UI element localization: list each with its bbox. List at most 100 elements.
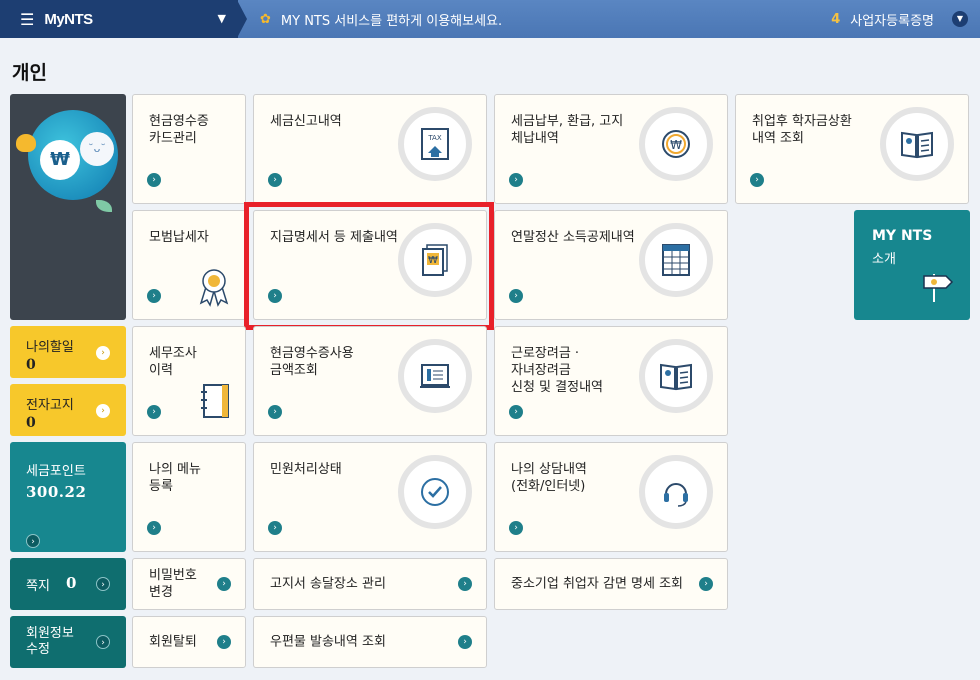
card-year-end-settlement[interactable]: 연말정산 소득공제내역 › (494, 210, 728, 320)
open-book-icon (639, 339, 713, 413)
check-circle-icon (398, 455, 472, 529)
arrow-right-icon[interactable]: › (96, 635, 110, 649)
card-title-line: 나의 상담내역 (511, 462, 587, 477)
signpost-icon (920, 268, 956, 308)
arrow-right-icon[interactable]: › (509, 405, 523, 419)
card-model-taxpayer[interactable]: 모범납세자 › (132, 210, 246, 320)
card-title-line: 비밀번호 (149, 568, 197, 583)
todo-label: 나의할일 (26, 340, 74, 355)
card-title: 연말정산 소득공제내역 (511, 229, 635, 246)
member-info-line1: 회원정보 (26, 626, 74, 641)
card-title: 세금신고내역 (270, 113, 342, 130)
arrow-right-icon[interactable]: › (509, 173, 523, 187)
arrow-right-icon[interactable]: › (268, 521, 282, 535)
won-coin-icon: ₩ (639, 107, 713, 181)
card-student-loan[interactable]: 취업후 학자금상환 내역 조회 › (735, 94, 969, 204)
card-earned-income-credit[interactable]: 근로장려금 · 자녀장려금신청 및 결정내역 › (494, 326, 728, 436)
card-my-menu[interactable]: 나의 메뉴등록 › (132, 442, 246, 552)
card-tax-report-history[interactable]: 세금신고내역 TAX › (253, 94, 487, 204)
card-tax-payment-refund[interactable]: 세금납부, 환급, 고지 체납내역 ₩ › (494, 94, 728, 204)
caret-down-icon[interactable]: ▼ (218, 12, 226, 25)
card-title: 세무조사 이력 (149, 345, 197, 379)
card-title-line: 자녀장려금 (511, 363, 571, 378)
arrow-right-icon[interactable]: › (96, 404, 110, 418)
card-title-line: 신청 및 결정내역 (511, 380, 603, 395)
arrow-right-icon[interactable]: › (26, 534, 40, 548)
notice-right-label[interactable]: 사업자등록증명 (850, 10, 934, 29)
member-info-panel[interactable]: 회원정보 수정 › (10, 616, 126, 668)
card-mail-history[interactable]: 우편물 발송내역 조회 › (253, 616, 487, 668)
card-civil-status[interactable]: 민원처리상태 › (253, 442, 487, 552)
arrow-right-icon[interactable]: › (96, 577, 110, 591)
member-info-line2: 수정 (26, 642, 50, 657)
card-title: 현금영수증 카드관리 (149, 113, 209, 147)
card-tax-audit-history[interactable]: 세무조사 이력 › (132, 326, 246, 436)
logo[interactable]: MyNTS (44, 11, 93, 28)
card-title-line: 나의 메뉴 (149, 462, 201, 477)
card-title-line: (전화/인터넷) (511, 479, 586, 494)
arrow-right-icon[interactable]: › (147, 173, 161, 187)
card-consultation-history[interactable]: 나의 상담내역 (전화/인터넷) › (494, 442, 728, 552)
member-info-label: 회원정보 수정 (26, 626, 74, 658)
svg-text:TAX: TAX (427, 134, 442, 142)
arrow-right-icon[interactable]: › (509, 521, 523, 535)
note-label: 쪽지 (26, 579, 50, 594)
card-bill-delivery-address[interactable]: 고지서 송달장소 관리 › (253, 558, 487, 610)
headset-icon (639, 455, 713, 529)
intro-sub: 소개 (872, 252, 896, 267)
card-title-line: 카드관리 (149, 131, 197, 146)
arrow-right-icon[interactable]: › (217, 635, 231, 649)
ebill-label: 전자고지 (26, 398, 74, 413)
card-withdraw-membership[interactable]: 회원탈퇴 › (132, 616, 246, 668)
card-title: 비밀번호 변경 (149, 567, 197, 601)
card-title: 회원탈퇴 (149, 634, 197, 650)
arrow-right-icon[interactable]: › (147, 289, 161, 303)
my-nts-intro[interactable]: MY NTS 소개 (854, 210, 970, 320)
notebook-icon (199, 383, 231, 423)
card-title: 모범납세자 (149, 229, 209, 246)
todo-panel[interactable]: 나의할일 0 › (10, 326, 126, 378)
arrow-right-icon[interactable]: › (509, 289, 523, 303)
arrow-right-icon[interactable]: › (458, 577, 472, 591)
arrow-right-icon[interactable]: › (268, 173, 282, 187)
chevron-down-icon[interactable]: ▼ (952, 11, 968, 27)
spreadsheet-icon (639, 223, 713, 297)
card-cash-receipt-amount[interactable]: 현금영수증사용 금액조회 › (253, 326, 487, 436)
hamburger-icon[interactable]: ☰ (20, 10, 34, 29)
card-title: 우편물 발송내역 조회 (270, 634, 386, 650)
card-cash-receipt-card[interactable]: 현금영수증 카드관리 › (132, 94, 246, 204)
card-title-line: 세금신고내역 (270, 114, 342, 129)
notice-link[interactable]: 4 사업자등록증명 (831, 0, 934, 38)
notice-bar: ✿ MY NTS 서비스를 편하게 이용해보세요. 4 사업자등록증명 ▼ (237, 0, 980, 38)
card-title-line: 등록 (149, 479, 173, 494)
card-sme-employee-exemption[interactable]: 중소기업 취업자 감면 명세 조회 › (494, 558, 728, 610)
ebill-value: 0 (26, 415, 36, 431)
card-title: 근로장려금 · 자녀장려금신청 및 결정내역 (511, 345, 603, 396)
card-title: 세금납부, 환급, 고지 체납내역 (511, 113, 623, 147)
card-change-password[interactable]: 비밀번호 변경 › (132, 558, 246, 610)
arrow-right-icon[interactable]: › (147, 405, 161, 419)
brand-menu[interactable]: ☰ MyNTS ▼ (0, 0, 238, 38)
card-title: 취업후 학자금상환 내역 조회 (752, 113, 852, 147)
card-title-line: 근로장려금 · (511, 346, 580, 361)
highlight-box (244, 202, 494, 330)
card-title: 나의 메뉴등록 (149, 461, 201, 495)
note-value: 0 (66, 574, 77, 592)
tax-point-panel[interactable]: 세금포인트 300.22 › (10, 442, 126, 552)
ebill-panel[interactable]: 전자고지 0 › (10, 384, 126, 436)
note-panel[interactable]: 쪽지 0 › (10, 558, 126, 610)
arrow-right-icon[interactable]: › (750, 173, 764, 187)
arrow-right-icon[interactable]: › (268, 405, 282, 419)
arrow-right-icon[interactable]: › (147, 521, 161, 535)
card-title: 고지서 송달장소 관리 (270, 576, 386, 592)
arrow-right-icon[interactable]: › (96, 346, 110, 360)
card-title-line: 취업후 학자금상환 (752, 114, 852, 129)
arrow-right-icon[interactable]: › (699, 577, 713, 591)
leaf-icon (96, 200, 112, 212)
tax-point-value: 300.22 (26, 483, 87, 501)
card-title: 민원처리상태 (270, 461, 342, 478)
medal-icon (197, 267, 231, 311)
arrow-right-icon[interactable]: › (217, 577, 231, 591)
arrow-right-icon[interactable]: › (458, 635, 472, 649)
card-title-line: 세금납부, 환급, 고지 (511, 114, 624, 129)
